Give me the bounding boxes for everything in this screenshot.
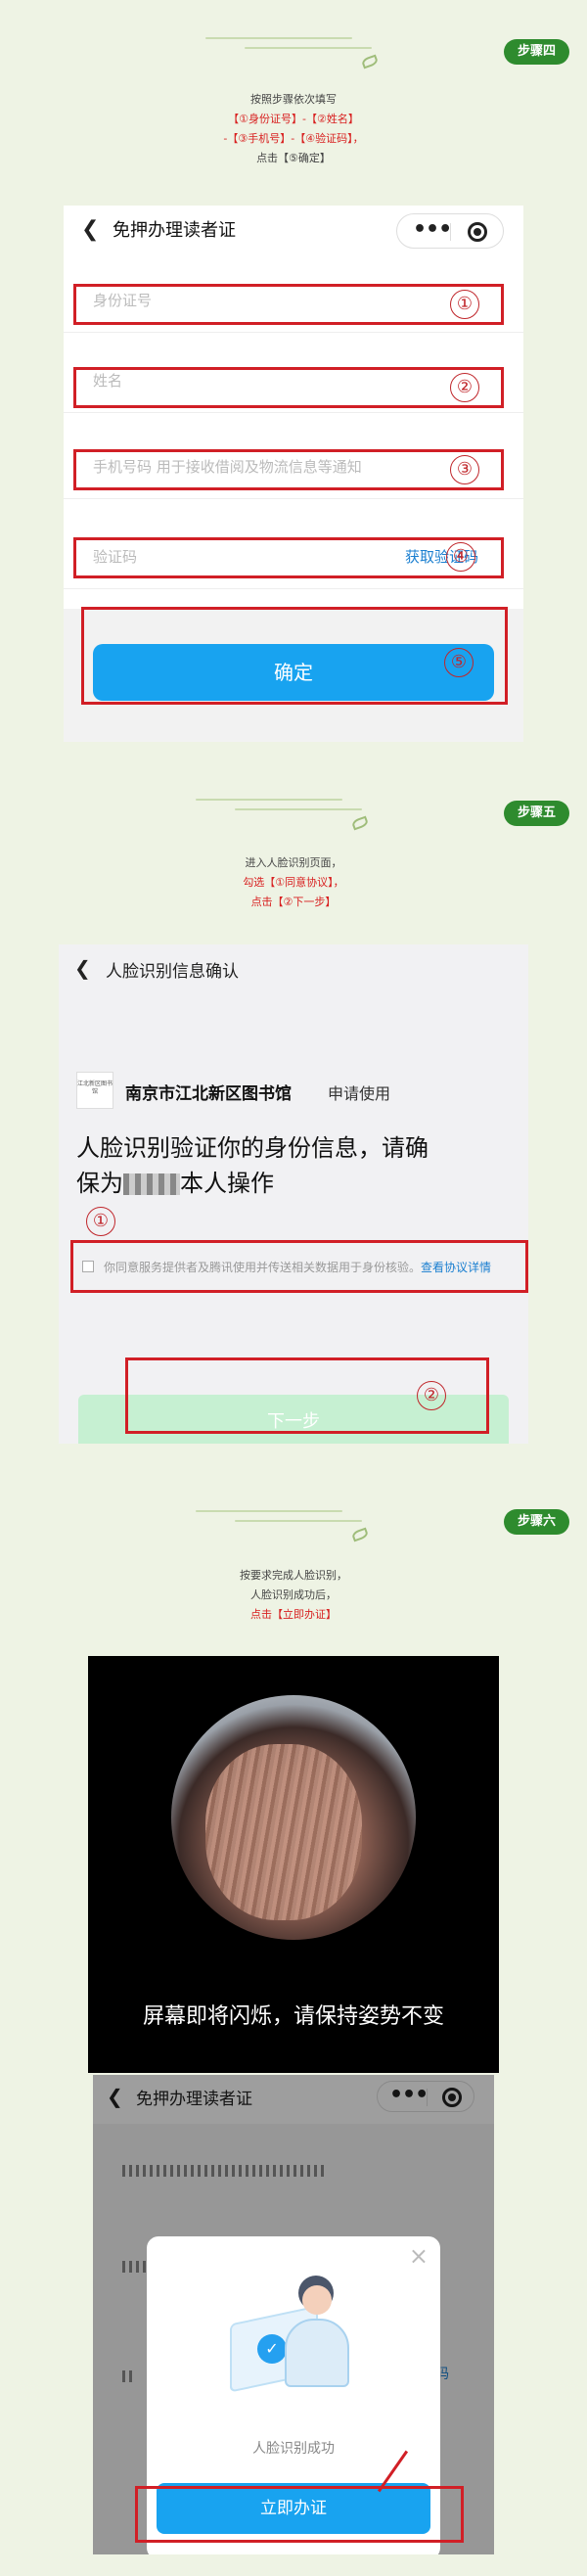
library-logo: 江北新区图书馆 xyxy=(76,1072,113,1109)
page-title: 人脸识别信息确认 xyxy=(106,962,239,982)
highlight-code xyxy=(73,537,504,578)
step-number-4: ④ xyxy=(446,542,475,572)
step-number-2: ② xyxy=(450,373,479,402)
back-icon[interactable]: ❮ xyxy=(81,219,99,241)
leaf-decoration xyxy=(196,1493,372,1551)
step-number-3: ③ xyxy=(450,455,479,484)
step-instructions: 按要求完成人脸识别， 人脸识别成功后， 点击【立即办证】 xyxy=(240,1569,347,1621)
step-instructions: 进入人脸识别页面， 勾选【①同意协议】， 点击【②下一步】 xyxy=(243,856,344,908)
app-screen-result: ❮ 免押办理读者证 ••• 码 × ✓ 人脸识别成功 立即办证 xyxy=(93,2075,494,2554)
mini-program-capsule[interactable]: ••• xyxy=(396,213,504,249)
highlight-confirm xyxy=(81,607,508,705)
leaf-decoration xyxy=(205,20,382,78)
org-name: 南京市江北新区图书馆 xyxy=(125,1084,292,1104)
face-scan-screen: 屏幕即将闪烁，请保持姿势不变 xyxy=(88,1656,499,2073)
success-illustration: ✓ xyxy=(220,2266,367,2393)
step-number-1: ① xyxy=(450,290,479,319)
success-text: 人脸识别成功 xyxy=(252,2441,335,2457)
org-action: 申请使用 xyxy=(328,1084,391,1103)
highlight-id xyxy=(73,284,504,325)
step-number-5: ⑤ xyxy=(444,648,474,677)
masked-name xyxy=(123,1173,180,1195)
page-title: 免押办理读者证 xyxy=(113,220,236,241)
check-icon: ✓ xyxy=(257,2334,287,2364)
highlight-phone xyxy=(73,449,504,490)
highlight-agreement xyxy=(70,1240,528,1293)
consent-heading: 人脸识别验证你的身份信息，请确 保为 本人操作 xyxy=(76,1134,429,1197)
leaf-decoration xyxy=(196,781,372,840)
step-badge: 步骤四 xyxy=(503,39,569,65)
back-icon[interactable]: ❮ xyxy=(74,956,91,980)
face-blur xyxy=(205,1744,362,1920)
step-number-1: ① xyxy=(86,1207,115,1236)
step-instructions: 按照步骤依次填写 【①身份证号】-【②姓名】 -【③手机号】-【④验证码】， 点… xyxy=(223,93,364,164)
more-icon[interactable]: ••• xyxy=(413,218,452,242)
nav-header: ❮ 免押办理读者证 ••• xyxy=(64,206,523,256)
close-icon[interactable]: × xyxy=(409,2242,429,2270)
step-badge: 步骤六 xyxy=(503,1509,569,1535)
step-badge: 步骤五 xyxy=(503,801,569,826)
highlight-name xyxy=(73,367,504,408)
step-number-2: ② xyxy=(417,1381,446,1410)
highlight-issue-card xyxy=(135,2486,464,2543)
face-prompt: 屏幕即将闪烁，请保持姿势不变 xyxy=(142,2004,444,2029)
close-program-icon[interactable] xyxy=(468,222,487,242)
